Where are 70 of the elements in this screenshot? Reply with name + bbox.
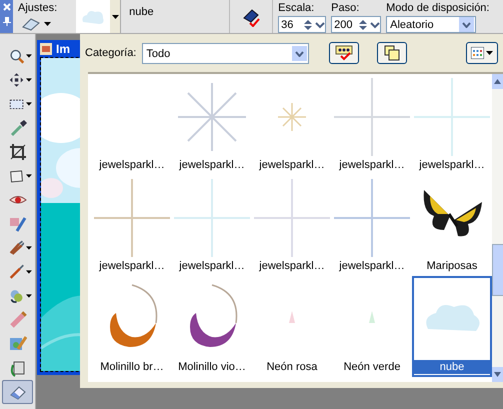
stacked-pages-icon xyxy=(384,45,400,61)
settings-label: Ajustes: xyxy=(18,2,58,15)
fill-tool-icon xyxy=(9,359,27,377)
step-label: Paso: xyxy=(331,2,360,15)
pin-icon[interactable] xyxy=(2,17,10,26)
step-field[interactable]: 200 xyxy=(331,16,382,33)
scrollbar[interactable] xyxy=(492,74,503,382)
document-title: Im xyxy=(56,42,70,56)
brush-item[interactable]: Mariposas xyxy=(412,175,492,276)
placement-mode-label: Modo de disposición: xyxy=(386,2,490,15)
list-check-icon xyxy=(335,45,354,61)
caret-icon[interactable] xyxy=(26,246,32,250)
zoom-tool-icon xyxy=(9,47,24,65)
dropper-tool-icon xyxy=(9,119,27,137)
scale-label: Escala: xyxy=(278,2,316,15)
caret-icon[interactable] xyxy=(44,22,51,26)
brush-name: nube xyxy=(121,0,230,33)
spin-arrows-icon[interactable] xyxy=(357,18,370,32)
brush-item[interactable]: Molinillo br… xyxy=(92,276,172,377)
sparkle-icon xyxy=(414,77,490,157)
caret-icon[interactable] xyxy=(112,14,119,18)
eraser-icon[interactable] xyxy=(22,17,40,31)
scale-field[interactable]: 36 xyxy=(278,16,326,33)
eraser-check-icon[interactable] xyxy=(242,6,260,26)
sparkle-icon xyxy=(334,178,410,258)
scroll-thumb[interactable] xyxy=(492,244,503,296)
brush-item[interactable]: jewelsparkl… xyxy=(172,74,252,175)
category-dropdown[interactable]: Todo xyxy=(142,43,310,64)
caret-icon[interactable] xyxy=(26,174,32,178)
grid-view-icon xyxy=(471,47,484,59)
manage-button[interactable] xyxy=(329,42,360,64)
scroll-down-icon[interactable] xyxy=(494,372,501,377)
close-icon[interactable] xyxy=(2,3,10,11)
view-button[interactable] xyxy=(466,42,498,64)
sparkle-icon xyxy=(334,77,410,157)
copy-button[interactable] xyxy=(377,42,408,64)
caret-icon[interactable] xyxy=(26,270,32,274)
brush-item[interactable]: jewelsparkl… xyxy=(412,74,492,175)
sparkle-icon xyxy=(176,81,248,153)
category-label: Categoría: xyxy=(85,46,136,60)
caret-icon[interactable] xyxy=(26,102,32,106)
move-tool-icon xyxy=(9,71,24,89)
caret-icon[interactable] xyxy=(486,51,493,55)
replacer-tool-icon xyxy=(9,287,24,305)
scroll-up-icon[interactable] xyxy=(494,79,501,84)
brush-item[interactable]: jewelsparkl… xyxy=(172,175,252,276)
brush-item[interactable]: Neón rosa xyxy=(252,276,332,377)
brush-item[interactable]: jewelsparkl… xyxy=(252,74,332,175)
brush-item[interactable]: jewelsparkl… xyxy=(332,74,412,175)
caret-icon[interactable] xyxy=(26,54,32,58)
image-icon xyxy=(40,42,52,54)
spin-arrows-icon[interactable] xyxy=(302,18,314,32)
brush-item[interactable]: jewelsparkl… xyxy=(92,175,172,276)
crop-tool-icon xyxy=(9,143,27,161)
caret-icon[interactable] xyxy=(26,294,32,298)
brush-item[interactable]: jewelsparkl… xyxy=(92,74,172,175)
brush-item[interactable]: Neón verde xyxy=(332,276,412,377)
brush-item[interactable]: jewelsparkl… xyxy=(332,175,412,276)
sparkle-icon xyxy=(94,178,170,258)
sparkle-icon xyxy=(254,178,330,258)
pencil-tool-icon xyxy=(9,311,27,329)
placement-mode-dropdown[interactable]: Aleatorio xyxy=(386,16,476,33)
brush-tool-icon xyxy=(9,263,24,281)
brush-item[interactable]: nube xyxy=(412,276,492,377)
brush-item[interactable]: Molinillo vio… xyxy=(172,276,252,377)
brushes-tool-icon xyxy=(9,239,24,257)
caret-icon[interactable] xyxy=(26,78,32,82)
brush-item[interactable]: jewelsparkl… xyxy=(252,175,332,276)
sparkle-icon xyxy=(277,102,307,132)
sparkle-icon xyxy=(174,178,250,258)
